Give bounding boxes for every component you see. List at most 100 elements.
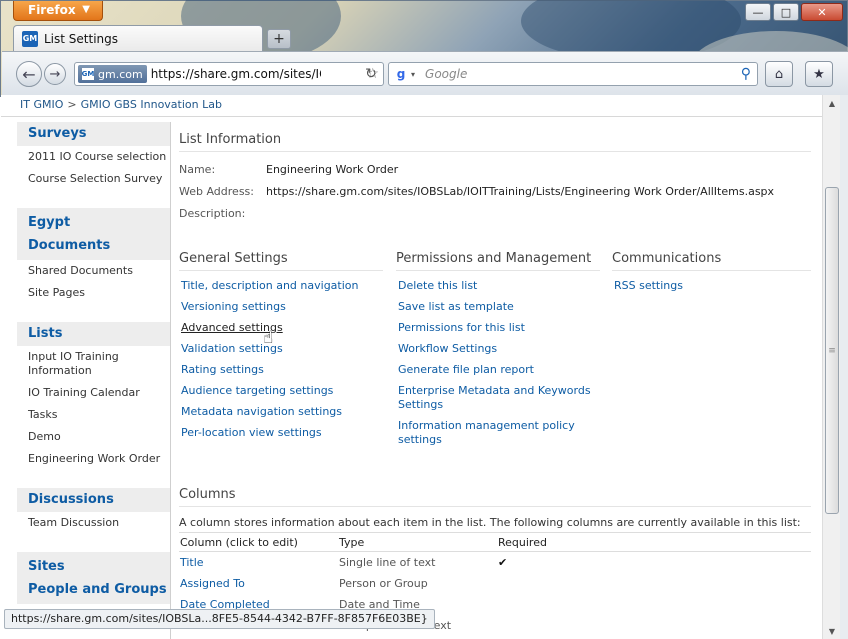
column-header-required: Required xyxy=(497,532,811,552)
nav-heading-people-groups[interactable]: People and Groups xyxy=(28,578,170,601)
home-button[interactable]: ⌂ xyxy=(765,61,793,87)
search-icon[interactable]: ⚲ xyxy=(741,66,751,82)
scroll-up-icon[interactable]: ▲ xyxy=(823,95,841,111)
url-text[interactable]: https://share.gm.com/sites/IOBSLab/IOITT… xyxy=(151,67,321,81)
forward-button[interactable]: → xyxy=(44,63,66,85)
dropdown-arrow-icon: ▼ xyxy=(82,4,90,15)
info-row-description: Description: xyxy=(179,207,245,220)
name-value: Engineering Work Order xyxy=(266,163,399,176)
column-name-link[interactable]: Assigned To xyxy=(179,573,338,594)
general-settings-section: General Settings Title, description and … xyxy=(179,251,383,440)
address-bar[interactable]: GM gm.com https://share.gm.com/sites/IOB… xyxy=(74,62,384,86)
link-save-as-template[interactable]: Save list as template xyxy=(396,300,600,314)
nav-item-shared-documents[interactable]: Shared Documents xyxy=(17,260,170,282)
link-advanced-settings[interactable]: Advanced settings xyxy=(179,321,383,335)
link-validation-settings[interactable]: Validation settings xyxy=(179,342,383,356)
general-settings-heading: General Settings xyxy=(179,251,383,271)
link-rss-settings[interactable]: RSS settings xyxy=(612,279,811,293)
search-input[interactable]: Google xyxy=(425,67,467,81)
column-type: Person or Group xyxy=(339,577,428,590)
minimize-button[interactable]: — xyxy=(745,3,771,21)
required-cell xyxy=(497,594,811,615)
nav-item-demo[interactable]: Demo xyxy=(17,426,170,448)
communications-heading: Communications xyxy=(612,251,811,271)
site-identity-label: gm.com xyxy=(98,67,143,81)
breadcrumb-item-it-gmio[interactable]: IT GMIO xyxy=(20,98,63,111)
web-address-value: https://share.gm.com/sites/IOBSLab/IOITT… xyxy=(266,185,775,198)
breadcrumb-item-innovation-lab[interactable]: GMIO GBS Innovation Lab xyxy=(81,98,222,111)
communications-section: Communications RSS settings xyxy=(612,251,811,293)
table-row: Assigned To Person or Group xyxy=(179,573,811,594)
description-label: Description: xyxy=(179,207,246,220)
nav-heading-documents-label[interactable]: Documents xyxy=(28,234,170,257)
link-permissions[interactable]: Permissions for this list xyxy=(396,321,600,335)
link-audience-targeting-settings[interactable]: Audience targeting settings xyxy=(179,384,383,398)
firefox-menu-label: Firefox xyxy=(28,3,76,17)
google-icon[interactable]: g xyxy=(393,66,409,82)
nav-heading-lists[interactable]: Lists xyxy=(17,322,170,346)
nav-item-tasks[interactable]: Tasks xyxy=(17,404,170,426)
firefox-menu-button[interactable]: Firefox ▼ xyxy=(13,1,103,21)
site-identity-button[interactable]: GM gm.com xyxy=(78,65,147,83)
info-row-address: Web Address: https://share.gm.com/sites/… xyxy=(179,185,774,198)
bookmarks-menu-button[interactable]: ★ xyxy=(805,61,833,87)
gm-logo-icon: GM xyxy=(81,68,95,80)
maximize-button[interactable]: □ xyxy=(773,3,799,21)
reload-icon[interactable]: ↻ xyxy=(360,63,382,85)
columns-description: A column stores information about each i… xyxy=(179,516,801,529)
nav-item-course-selection-survey[interactable]: Course Selection Survey xyxy=(17,168,170,190)
new-tab-button[interactable]: + xyxy=(267,29,291,49)
search-engine-dropdown-icon[interactable]: ▾ xyxy=(411,70,415,79)
nav-item-site-pages[interactable]: Site Pages xyxy=(17,282,170,304)
sharepoint-icon: GM xyxy=(22,30,38,47)
nav-heading-sites[interactable]: Sites xyxy=(28,555,170,578)
nav-item-input-io-training[interactable]: Input IO Training Information xyxy=(17,346,137,382)
page-content: IT GMIO > GMIO GBS Innovation Lab Surveys … xyxy=(1,95,822,639)
link-information-management-policy[interactable]: Information management policy settings xyxy=(396,419,586,447)
search-bar[interactable]: g ▾ Google ⚲ xyxy=(388,62,758,86)
link-metadata-navigation-settings[interactable]: Metadata navigation settings xyxy=(179,405,383,419)
back-button[interactable]: ← xyxy=(16,61,42,87)
scrollbar-thumb[interactable]: ≡ xyxy=(825,187,839,514)
name-label: Name: xyxy=(179,163,216,176)
breadcrumb-separator: > xyxy=(67,98,77,111)
nav-item-io-training-calendar[interactable]: IO Training Calendar xyxy=(17,382,170,404)
permissions-section: Permissions and Management Delete this l… xyxy=(396,251,600,447)
link-workflow-settings[interactable]: Workflow Settings xyxy=(396,342,600,356)
settings-main: List Information Name: Engineering Work … xyxy=(179,122,819,639)
column-name-link[interactable]: Title xyxy=(179,552,338,574)
required-cell xyxy=(497,615,811,636)
table-row: Title Single line of text ✔ xyxy=(179,552,811,574)
quick-launch: Surveys 2011 IO Course selection Course … xyxy=(17,122,171,639)
browser-chrome: Firefox ▼ — □ ✕ GM List Settings + ← → G… xyxy=(0,0,848,101)
scroll-down-icon[interactable]: ▼ xyxy=(823,623,841,639)
link-per-location-view-settings[interactable]: Per-location view settings xyxy=(179,426,383,440)
nav-heading-discussions[interactable]: Discussions xyxy=(17,488,170,512)
nav-heading-egypt[interactable]: Egypt xyxy=(28,211,170,234)
tab-list-settings[interactable]: GM List Settings xyxy=(13,25,263,51)
link-title-description-navigation[interactable]: Title, description and navigation xyxy=(179,279,383,293)
link-rating-settings[interactable]: Rating settings xyxy=(179,363,383,377)
nav-heading-documents[interactable]: Egypt Documents xyxy=(17,208,170,260)
link-delete-list[interactable]: Delete this list xyxy=(396,279,600,293)
column-header-type: Type xyxy=(338,532,497,552)
column-header-name: Column (click to edit) xyxy=(179,532,338,552)
window-border xyxy=(840,95,848,639)
web-address-label: Web Address: xyxy=(179,185,254,198)
link-versioning-settings[interactable]: Versioning settings xyxy=(179,300,383,314)
close-window-button[interactable]: ✕ xyxy=(801,3,843,21)
window-controls: — □ ✕ xyxy=(745,3,843,21)
nav-heading-surveys[interactable]: Surveys xyxy=(17,122,170,146)
link-enterprise-metadata[interactable]: Enterprise Metadata and Keywords Setting… xyxy=(396,384,596,412)
nav-item-course-selection[interactable]: 2011 IO Course selection xyxy=(17,146,170,168)
nav-heading-sites-group: Sites People and Groups xyxy=(17,552,170,604)
required-check-icon: ✔ xyxy=(498,556,508,569)
required-cell xyxy=(497,573,811,594)
nav-item-team-discussion[interactable]: Team Discussion xyxy=(17,512,170,534)
vertical-scrollbar[interactable]: ▲ ≡ ▼ xyxy=(822,95,840,639)
columns-heading: Columns xyxy=(179,487,811,507)
nav-item-engineering-work-order[interactable]: Engineering Work Order xyxy=(17,448,170,470)
tab-title: List Settings xyxy=(44,31,119,46)
link-generate-file-plan-report[interactable]: Generate file plan report xyxy=(396,363,600,377)
info-row-name: Name: Engineering Work Order xyxy=(179,163,398,176)
